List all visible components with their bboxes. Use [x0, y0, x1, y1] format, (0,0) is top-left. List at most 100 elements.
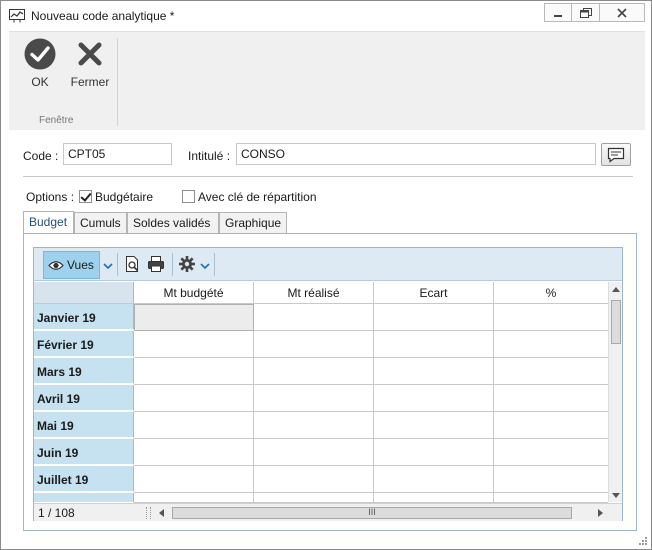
grid-status-bar: 1 / 108 III: [34, 503, 622, 521]
grid-cell[interactable]: [254, 304, 374, 331]
tab-cumuls[interactable]: Cumuls: [74, 212, 127, 233]
checkmark-icon: [24, 38, 56, 70]
column-header-mt-budgete[interactable]: Mt budgété: [134, 282, 254, 303]
grid-cell[interactable]: [494, 358, 608, 385]
intitule-label: Intitulé :: [188, 149, 231, 163]
row-counter: 1 / 108: [38, 506, 75, 520]
budgetaire-label: Budgétaire: [95, 190, 154, 204]
fermer-button[interactable]: Fermer: [67, 38, 113, 89]
grid-cell[interactable]: [374, 466, 494, 493]
grid-cell[interactable]: [254, 331, 374, 358]
print-preview-icon[interactable]: [123, 255, 141, 273]
print-icon[interactable]: [147, 255, 165, 273]
grid-cell[interactable]: [494, 304, 608, 331]
grid-cell[interactable]: [494, 439, 608, 466]
app-icon: [9, 9, 25, 23]
grid-cell[interactable]: [134, 466, 254, 493]
scroll-up-icon[interactable]: [612, 287, 620, 292]
minimize-icon: [554, 14, 562, 17]
column-header-ecart[interactable]: Ecart: [374, 282, 494, 303]
window-title: Nouveau code analytique *: [31, 9, 175, 23]
grid-cell[interactable]: [374, 358, 494, 385]
row-header[interactable]: Février 19: [34, 331, 134, 357]
grid-cell[interactable]: [494, 493, 608, 503]
ok-button[interactable]: OK: [21, 38, 59, 89]
close-icon: [617, 7, 627, 18]
settings-dropdown-icon[interactable]: [200, 262, 210, 270]
grid-cell[interactable]: [374, 304, 494, 331]
views-dropdown-icon[interactable]: [103, 262, 113, 270]
scroll-right-icon[interactable]: [598, 509, 603, 517]
options-label: Options :: [26, 190, 75, 204]
row-header[interactable]: Juillet 19: [34, 466, 134, 492]
grid-cell[interactable]: [134, 439, 254, 466]
row-header[interactable]: Mars 19: [34, 358, 134, 384]
scroll-left-icon[interactable]: [159, 509, 164, 517]
ribbon: OK Fermer Fenêtre: [9, 31, 645, 130]
grid-cell[interactable]: [374, 331, 494, 358]
resize-grip-icon[interactable]: [638, 536, 648, 546]
toolbar-separator: [214, 253, 215, 276]
title-bar[interactable]: Nouveau code analytique *: [1, 1, 651, 31]
notes-button[interactable]: [601, 143, 631, 166]
grid-cell[interactable]: [374, 439, 494, 466]
restore-icon: [579, 7, 592, 18]
toolbar-separator: [117, 253, 118, 276]
budgetaire-checkbox[interactable]: [79, 190, 92, 203]
grid-cell[interactable]: [254, 358, 374, 385]
grid-cell[interactable]: [134, 412, 254, 439]
ribbon-separator: [117, 38, 118, 126]
views-label: Vues: [67, 258, 94, 272]
column-header-percent[interactable]: %: [494, 282, 608, 303]
grid-cell[interactable]: [374, 385, 494, 412]
tab-soldes-valides[interactable]: Soldes validés: [127, 212, 219, 233]
grid-cell[interactable]: [374, 493, 494, 503]
grid-cell[interactable]: [134, 493, 254, 503]
horizontal-scrollbar[interactable]: III: [156, 505, 606, 521]
row-header[interactable]: Juin 19: [34, 439, 134, 465]
grid-corner[interactable]: [34, 282, 134, 303]
code-field[interactable]: [63, 143, 172, 165]
settings-gear-icon[interactable]: [178, 255, 196, 273]
tab-graphique[interactable]: Graphique: [219, 212, 287, 233]
grid-cell[interactable]: [134, 358, 254, 385]
grid-cell[interactable]: [134, 331, 254, 358]
grid-cell[interactable]: [494, 331, 608, 358]
scroll-down-icon[interactable]: [612, 493, 620, 498]
note-icon: [607, 147, 625, 163]
row-header-partial[interactable]: [34, 493, 134, 503]
grid-cell[interactable]: [254, 385, 374, 412]
row-header[interactable]: Janvier 19: [34, 304, 134, 330]
column-header-mt-realise[interactable]: Mt réalisé: [254, 282, 374, 303]
grid-cell[interactable]: [254, 493, 374, 503]
form-divider: [23, 176, 633, 177]
tab-budget[interactable]: Budget: [23, 211, 74, 233]
grid-cell[interactable]: [494, 466, 608, 493]
horizontal-scroll-thumb[interactable]: III: [172, 507, 572, 519]
views-button[interactable]: Vues: [43, 251, 100, 279]
ok-label: OK: [31, 75, 49, 89]
grid-cell[interactable]: [374, 412, 494, 439]
grid-header-row: Mt budgété Mt réalisé Ecart %: [34, 282, 608, 304]
grid-cell[interactable]: [254, 439, 374, 466]
restore-button[interactable]: [571, 3, 599, 22]
grid-cell[interactable]: [134, 304, 254, 331]
minimize-button[interactable]: [544, 3, 571, 22]
grid-cell[interactable]: [134, 385, 254, 412]
close-window-button[interactable]: [599, 3, 645, 22]
splitter-grip[interactable]: [146, 507, 151, 519]
cle-repartition-checkbox[interactable]: [182, 190, 195, 203]
vertical-scrollbar[interactable]: [608, 282, 622, 502]
row-header[interactable]: Avril 19: [34, 385, 134, 411]
grid-cell[interactable]: [254, 466, 374, 493]
ribbon-group-label: Fenêtre: [39, 115, 74, 126]
grid-cell[interactable]: [494, 412, 608, 439]
intitule-field[interactable]: [236, 143, 596, 165]
row-header[interactable]: Mai 19: [34, 412, 134, 438]
vertical-scroll-thumb[interactable]: [611, 300, 621, 344]
grid-cell[interactable]: [254, 412, 374, 439]
budget-grid: Vues Mt budgété Mt réalisé Ecart % Janvi…: [33, 247, 623, 521]
fermer-label: Fermer: [70, 75, 110, 89]
grid-cell[interactable]: [494, 385, 608, 412]
code-label: Code :: [23, 149, 59, 163]
